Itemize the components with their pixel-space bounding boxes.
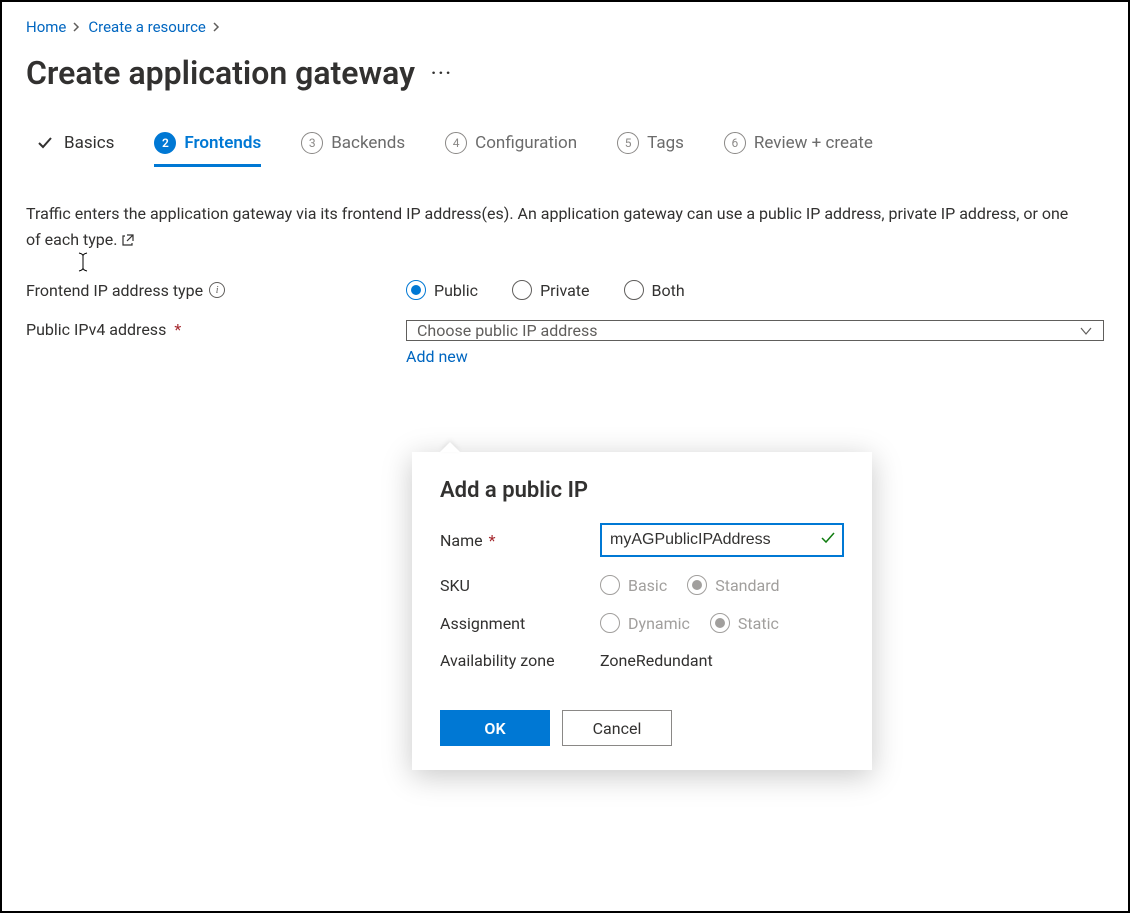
flyout-sku-label: SKU (440, 576, 600, 595)
add-public-ip-flyout: Add a public IP Name * SKU Basic Standar… (412, 452, 872, 770)
flyout-assignment-row: Assignment Dynamic Static (440, 613, 844, 633)
public-ipv4-row: Public IPv4 address * Choose public IP a… (26, 320, 1104, 366)
flyout-actions: OK Cancel (440, 710, 844, 746)
frontends-description: Traffic enters the application gateway v… (26, 201, 1086, 252)
flyout-name-row: Name * (440, 523, 844, 557)
tab-frontends-label: Frontends (184, 133, 261, 153)
flyout-az-value: ZoneRedundant (600, 651, 713, 670)
text-cursor-icon (76, 252, 90, 278)
info-icon[interactable]: i (209, 282, 225, 298)
chevron-right-icon (212, 18, 222, 36)
tab-frontends-number: 2 (154, 132, 176, 154)
check-icon (34, 132, 56, 154)
tab-configuration[interactable]: 4 Configuration (445, 132, 577, 167)
public-ipv4-dropdown[interactable]: Choose public IP address (406, 320, 1104, 341)
chevron-right-icon (72, 18, 82, 36)
page-title-row: Create application gateway ··· (26, 54, 1104, 92)
tab-configuration-label: Configuration (475, 133, 577, 153)
tab-frontends[interactable]: 2 Frontends (154, 132, 261, 167)
frontend-ip-type-public-label: Public (434, 281, 478, 300)
tab-basics-label: Basics (64, 133, 114, 153)
tab-backends[interactable]: 3 Backends (301, 132, 405, 167)
radio-icon (406, 280, 426, 300)
page-title: Create application gateway (26, 54, 415, 92)
assignment-static-label: Static (738, 614, 779, 633)
frontend-ip-type-row: Frontend IP address type i Public Privat… (26, 280, 1104, 300)
flyout-az-row: Availability zone ZoneRedundant (440, 651, 844, 670)
frontend-ip-type-public[interactable]: Public (406, 280, 478, 300)
assignment-dynamic-label: Dynamic (628, 614, 690, 633)
flyout-assignment-label: Assignment (440, 614, 600, 633)
radio-icon (512, 280, 532, 300)
frontend-ip-type-label: Frontend IP address type (26, 281, 203, 300)
frontend-ip-type-radios: Public Private Both (406, 280, 685, 300)
assignment-dynamic-option: Dynamic (600, 613, 690, 633)
tab-backends-label: Backends (331, 133, 405, 153)
frontends-description-text: Traffic enters the application gateway v… (26, 204, 1068, 249)
tab-review-label: Review + create (754, 133, 873, 153)
cancel-button[interactable]: Cancel (562, 710, 672, 746)
flyout-name-label-wrap: Name * (440, 531, 600, 550)
tab-review-number: 6 (724, 132, 746, 154)
check-icon (820, 530, 836, 550)
sku-standard-option: Standard (687, 575, 779, 595)
frontend-ip-type-private[interactable]: Private (512, 280, 589, 300)
sku-basic-option: Basic (600, 575, 667, 595)
public-ip-name-input[interactable] (600, 523, 844, 557)
required-indicator: * (489, 531, 496, 550)
frontend-ip-type-both-label: Both (652, 281, 685, 300)
breadcrumb-home[interactable]: Home (26, 18, 66, 36)
external-link-icon[interactable] (121, 230, 135, 249)
flyout-sku-row: SKU Basic Standard (440, 575, 844, 595)
public-ipv4-label: Public IPv4 address (26, 320, 166, 339)
tab-backends-number: 3 (301, 132, 323, 154)
frontend-ip-type-private-label: Private (540, 281, 589, 300)
required-indicator: * (174, 320, 181, 339)
sku-basic-label: Basic (628, 576, 667, 595)
public-ipv4-placeholder: Choose public IP address (417, 321, 598, 340)
ellipsis-icon[interactable]: ··· (431, 63, 453, 84)
chevron-down-icon (1079, 324, 1093, 338)
frontend-ip-type-both[interactable]: Both (624, 280, 685, 300)
sku-standard-label: Standard (715, 576, 779, 595)
breadcrumb: Home Create a resource (26, 14, 1104, 46)
radio-icon (600, 575, 620, 595)
flyout-az-label: Availability zone (440, 651, 600, 670)
radio-icon (600, 613, 620, 633)
assignment-static-option: Static (710, 613, 779, 633)
wizard-tabs: Basics 2 Frontends 3 Backends 4 Configur… (26, 132, 1104, 177)
radio-icon (710, 613, 730, 633)
tab-basics[interactable]: Basics (34, 132, 114, 167)
tab-configuration-number: 4 (445, 132, 467, 154)
flyout-title: Add a public IP (440, 478, 844, 503)
breadcrumb-create-resource[interactable]: Create a resource (88, 18, 206, 36)
radio-icon (687, 575, 707, 595)
public-ipv4-label-wrap: Public IPv4 address * (26, 320, 406, 339)
tab-tags[interactable]: 5 Tags (617, 132, 684, 167)
flyout-name-label: Name (440, 531, 483, 550)
ok-button[interactable]: OK (440, 710, 550, 746)
tab-review-create[interactable]: 6 Review + create (724, 132, 873, 167)
frontend-ip-type-label-wrap: Frontend IP address type i (26, 281, 406, 300)
tab-tags-number: 5 (617, 132, 639, 154)
add-new-public-ip-link[interactable]: Add new (406, 347, 1104, 366)
tab-tags-label: Tags (647, 133, 684, 153)
radio-icon (624, 280, 644, 300)
